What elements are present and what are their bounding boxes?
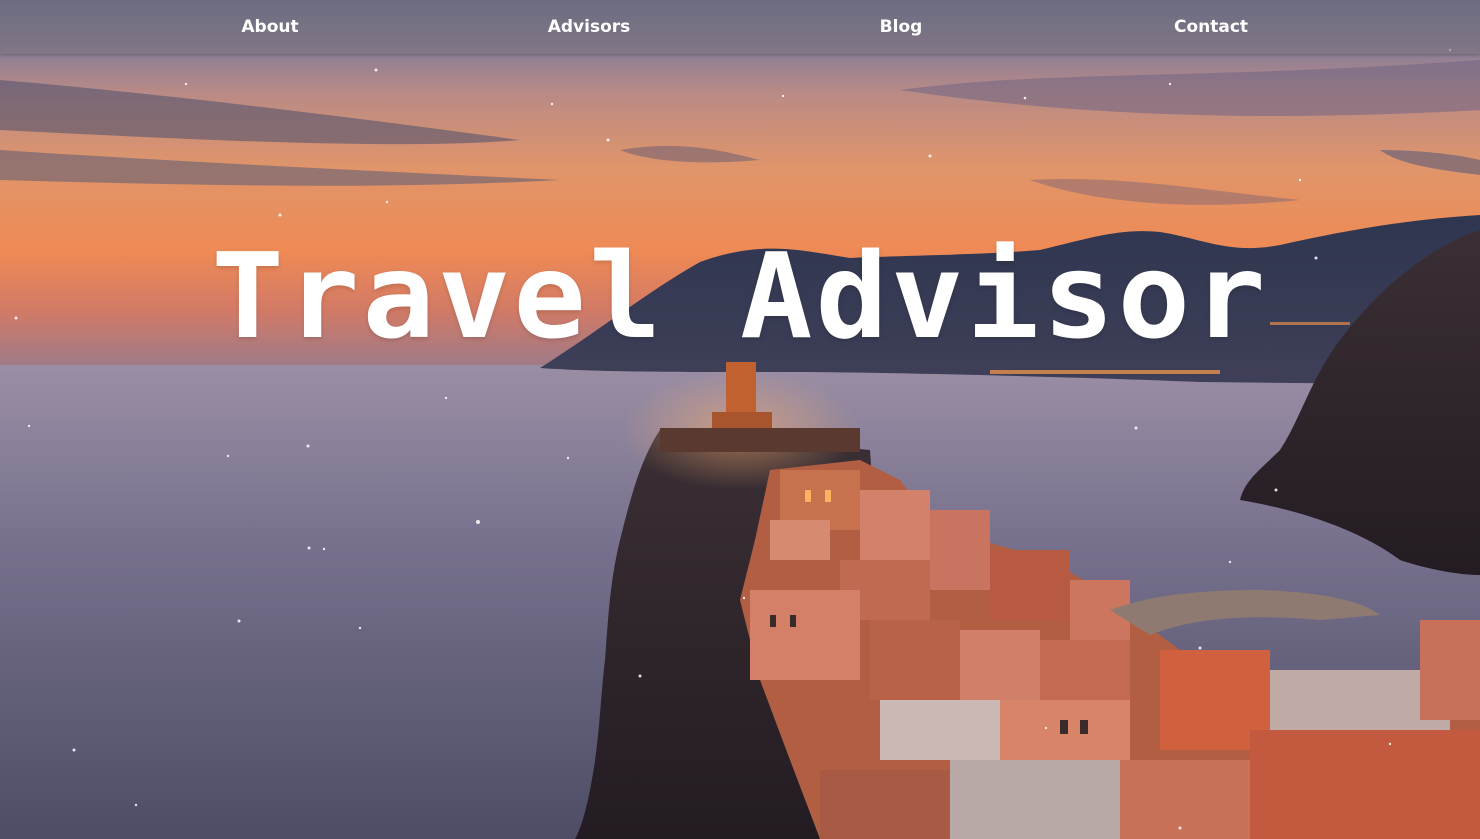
hero-title: Travel Advisor — [211, 227, 1269, 365]
nav-link-advisors[interactable]: Advisors — [548, 0, 631, 54]
nav-link-blog[interactable]: Blog — [880, 0, 923, 54]
hero-section: About Advisors Blog Contact Travel Advis… — [0, 0, 1480, 839]
hero-background-image — [0, 48, 1480, 839]
top-navigation-bar: About Advisors Blog Contact — [0, 0, 1480, 54]
nav-link-contact[interactable]: Contact — [1174, 0, 1248, 54]
clouds — [0, 60, 1480, 205]
nav-link-about[interactable]: About — [241, 0, 298, 54]
